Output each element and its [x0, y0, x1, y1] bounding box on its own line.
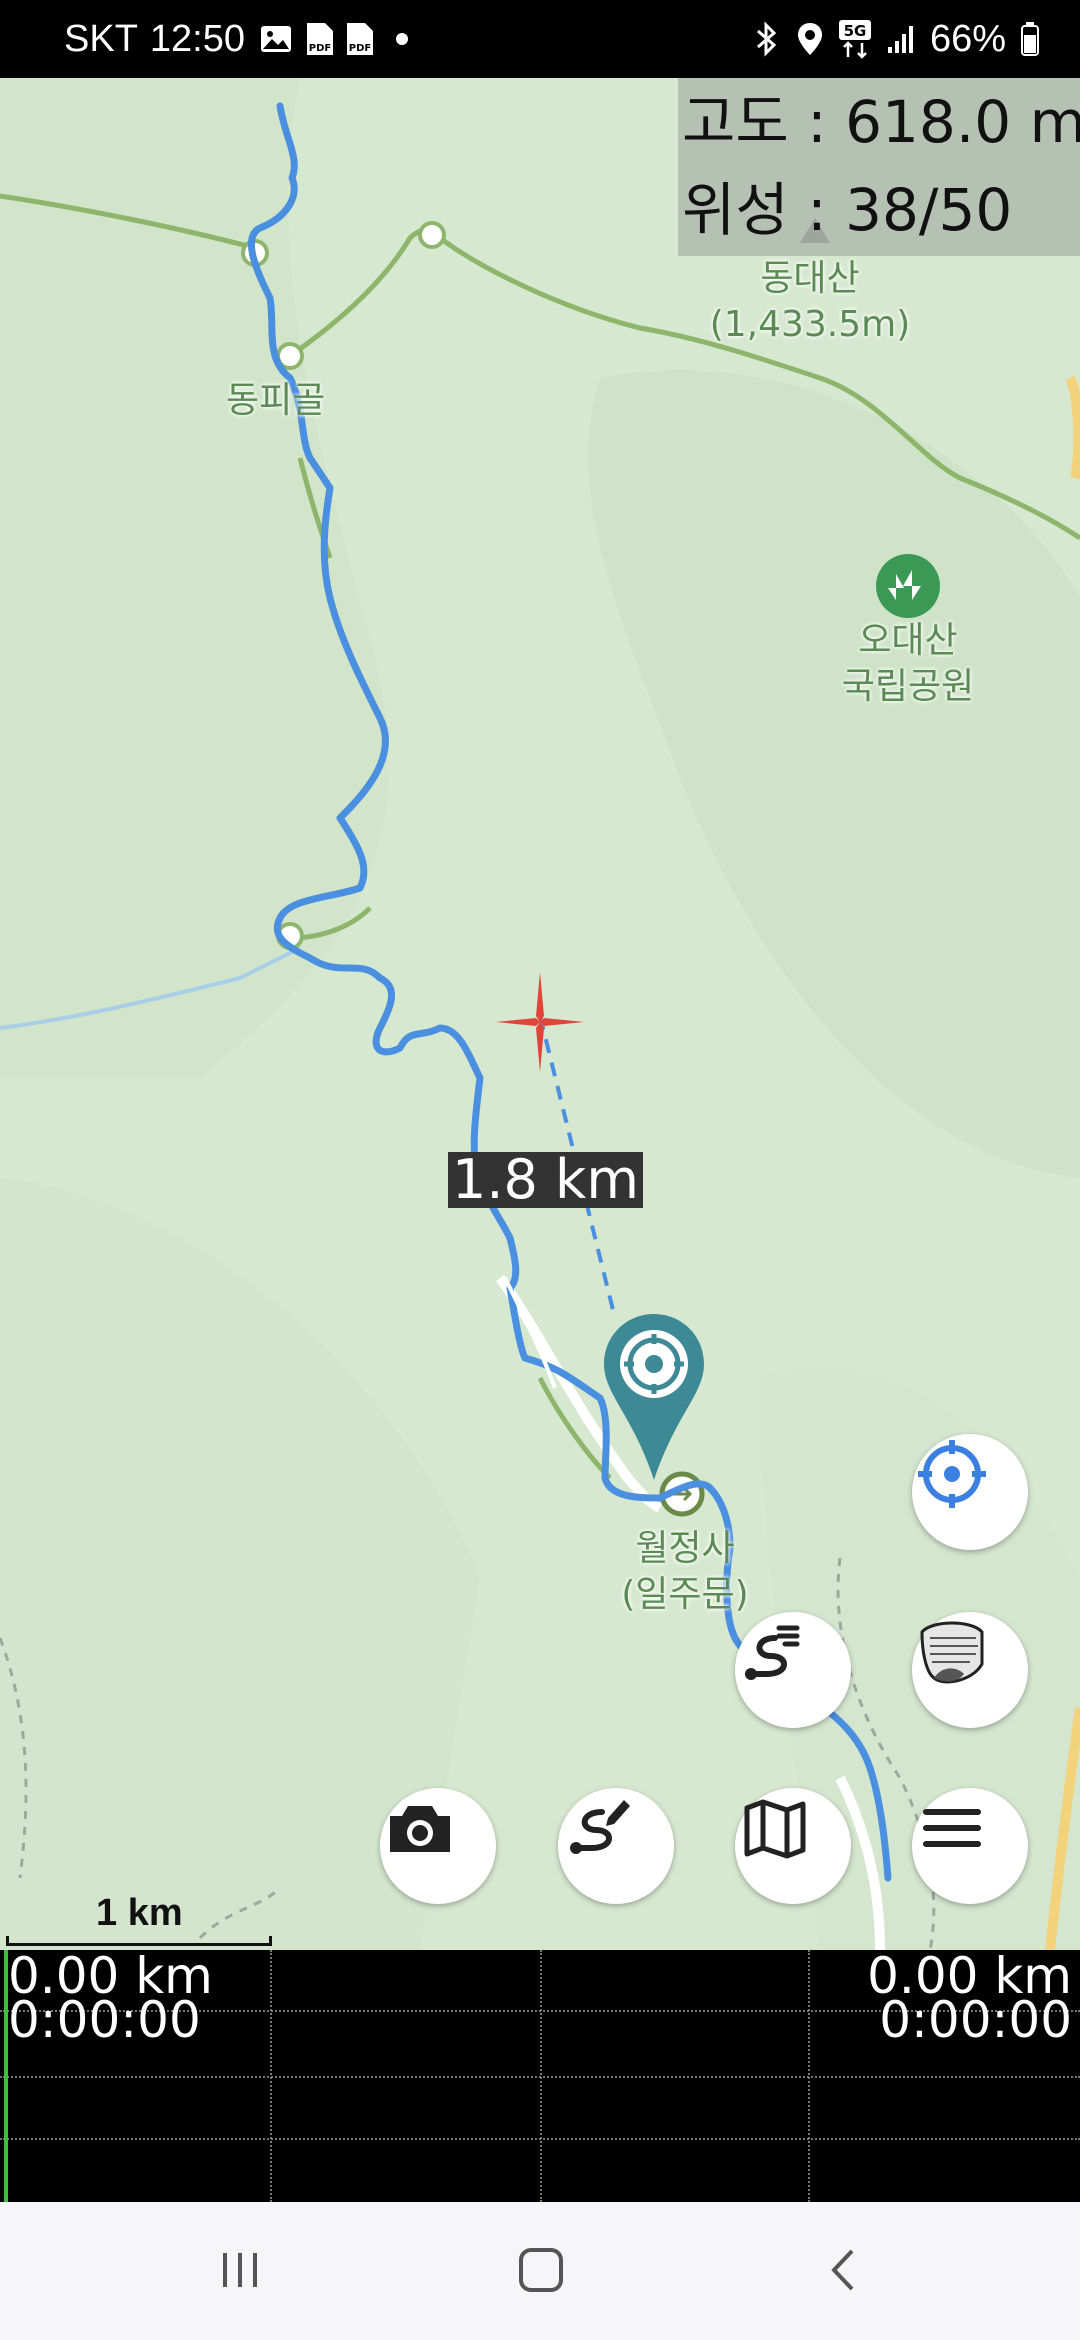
carrier-label: SKT [64, 17, 138, 60]
layer-button[interactable] [912, 1612, 1028, 1728]
map-label-odaesan-park: 오대산 국립공원 [808, 618, 1008, 710]
status-bar: SKT 12:50 PDF PDF 5G 66% [0, 0, 1080, 78]
my-location-button[interactable] [912, 1434, 1028, 1550]
park-name-line1: 오대산 [858, 620, 958, 661]
route-edit-button[interactable] [558, 1788, 674, 1904]
peak-name: 동대산 [760, 258, 860, 299]
map-center-crosshair [496, 972, 584, 1072]
map-type-button[interactable] [735, 1788, 851, 1904]
back-button[interactable] [810, 2237, 880, 2307]
track-profile-panel[interactable]: 0.00 km 0:00:00 0.00 km 0:00:00 [0, 1950, 1080, 2202]
5g-icon: 5G [838, 19, 872, 59]
gps-info-panel: 고도 : 618.0 m 위성 : 38/50 [678, 78, 1080, 256]
recent-apps-button[interactable] [205, 2237, 275, 2307]
temple-name-line1: 월정사 [635, 1528, 735, 1569]
bluetooth-icon [752, 21, 782, 57]
home-button[interactable] [506, 2237, 576, 2307]
peak-height: (1,433.5m) [709, 304, 911, 345]
pdf-icon: PDF [343, 21, 377, 57]
camera-button[interactable] [380, 1788, 496, 1904]
svg-text:PDF: PDF [349, 43, 371, 54]
battery-icon [1020, 21, 1040, 57]
satellite-readout: 위성 : 38/50 [682, 176, 1013, 244]
status-left: SKT 12:50 PDF PDF [64, 0, 409, 78]
scale-label: 1 km [96, 1892, 183, 1934]
track-left-stats: 0.00 km 0:00:00 [8, 1951, 213, 2049]
distance-label: 1.8 km [448, 1152, 643, 1208]
scale-bar: 1 km [6, 1892, 272, 1948]
route-list-button[interactable] [735, 1612, 851, 1728]
track-right-stats: 0.00 km 0:00:00 [867, 1951, 1072, 2049]
map-label-dongpigol: 동피골 [226, 380, 326, 421]
location-pin-icon[interactable] [602, 1310, 706, 1480]
back-icon [820, 2245, 870, 2299]
recent-apps-icon [215, 2245, 265, 2299]
menu-button[interactable] [912, 1788, 1028, 1904]
svg-text:5G: 5G [844, 22, 867, 40]
right-time: 0:00:00 [879, 1991, 1072, 2049]
grid-line [0, 2138, 1080, 2140]
dot-icon [395, 32, 409, 46]
left-time: 0:00:00 [8, 1991, 201, 2049]
image-icon [259, 24, 293, 54]
svg-text:PDF: PDF [309, 43, 331, 54]
battery-percent: 66% [929, 17, 1006, 60]
map-view[interactable]: 동피골 동대산 (1,433.5m) 오대산 국립공원 월정사 (일주문) 1.… [0, 78, 1080, 1950]
location-icon [796, 21, 824, 57]
map-label-woljeongsa: 월정사 (일주문) [600, 1526, 770, 1618]
system-nav-bar [0, 2202, 1080, 2340]
grid-line [0, 2076, 1080, 2078]
pdf-icon: PDF [303, 21, 337, 57]
signal-icon [886, 23, 916, 55]
clock: 12:50 [149, 17, 245, 60]
altitude-readout: 고도 : 618.0 m [682, 88, 1080, 156]
park-name-line2: 국립공원 [841, 666, 975, 707]
home-icon [516, 2245, 566, 2299]
status-right: 5G 66% [752, 0, 1040, 78]
scale-line [6, 1936, 272, 1946]
map-label-dongdaesan: 동대산 (1,433.5m) [700, 256, 920, 348]
